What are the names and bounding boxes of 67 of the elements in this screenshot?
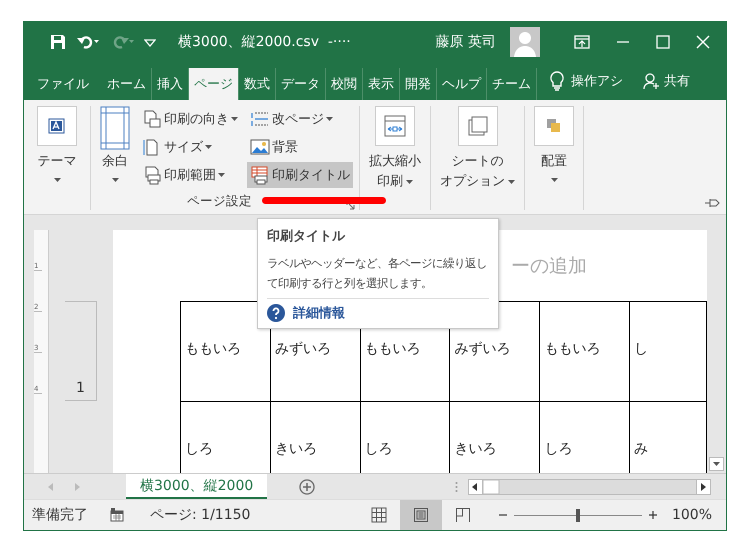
customize-icon[interactable] (144, 37, 156, 47)
zoom-level[interactable]: 100% (672, 507, 712, 523)
theme-icon (47, 116, 67, 136)
ribbon-tab[interactable]: ファイル (32, 68, 94, 100)
table-cell: しろ (185, 440, 213, 458)
breaks-button[interactable]: 改ページ (247, 106, 353, 132)
ribbon-display-icon[interactable] (574, 35, 590, 49)
lightbulb-icon[interactable] (549, 71, 565, 91)
size-button[interactable]: サイズ (139, 134, 241, 160)
scale-print-button[interactable]: 拡大縮小 印刷 (366, 106, 424, 210)
image-icon (250, 137, 270, 157)
table-cell: ももいろ (185, 340, 241, 358)
page-icon (412, 507, 429, 523)
maximize-icon[interactable] (656, 35, 670, 49)
undo-icon[interactable] (76, 34, 100, 50)
splitter-handle-icon[interactable] (455, 480, 458, 492)
orientation-icon (142, 109, 162, 129)
tooltip-title: 印刷タイトル (267, 228, 346, 245)
sheet-options-button[interactable]: シートの オプション (437, 106, 518, 210)
user-name: 藤原 英司 (436, 33, 496, 51)
table-cell: み (634, 440, 648, 458)
page-layout-view-button[interactable] (400, 500, 442, 530)
scroll-down-icon[interactable] (709, 457, 724, 471)
tooltip-text: ラベルやヘッダーなど、各ページに繰り返して印刷する行と列を選択します。 (267, 253, 489, 299)
status-text: 準備完了 (32, 506, 88, 524)
table-cell: しろ (364, 440, 393, 458)
table-cell: みずいろ (274, 340, 331, 358)
ribbon-tab[interactable]: ページ (189, 68, 239, 100)
avatar-icon (510, 27, 540, 57)
add-sheet-icon[interactable] (299, 478, 316, 494)
share-button[interactable]: 共有 (643, 72, 690, 90)
help-icon (267, 304, 285, 322)
page-break-icon (454, 507, 471, 523)
background-button[interactable]: 背景 (247, 134, 353, 160)
sheet-tab[interactable]: 横3000、縦2000 (126, 474, 268, 499)
page-count: ページ: 1/1150 (150, 506, 250, 524)
table-cell: きいろ (454, 440, 496, 458)
zoom-in-icon[interactable] (648, 510, 658, 520)
margins-button[interactable]: 余白 (97, 106, 133, 192)
group-label: ページ設定 (187, 192, 252, 210)
window-title: 横3000、縦2000.csv -···· (178, 33, 351, 51)
tell-me-field[interactable]: 操作アシ (571, 72, 623, 90)
close-icon[interactable] (696, 35, 710, 49)
theme-button[interactable]: テーマ (34, 106, 80, 210)
horizontal-scrollbar[interactable] (468, 478, 712, 494)
orientation-button[interactable]: 印刷の向き (139, 106, 241, 132)
table-cell: ももいろ (364, 340, 421, 358)
arrange-button[interactable]: 配置 (531, 106, 577, 210)
save-icon[interactable] (50, 34, 66, 50)
print-area-button[interactable]: 印刷範囲 (139, 162, 241, 188)
page-scale-icon (382, 115, 408, 137)
slider-thumb[interactable] (576, 508, 580, 522)
person-add-icon (643, 72, 661, 90)
table-cell: ももいろ (544, 340, 600, 358)
table-cell: しろ (544, 440, 572, 458)
table-cell: し (634, 340, 648, 358)
grid-icon (370, 507, 387, 523)
sheet-pages-icon (466, 114, 490, 138)
row-header: 1 (76, 380, 85, 396)
print-titles-icon (250, 165, 270, 185)
margins-icon (100, 106, 130, 150)
more-info-link[interactable]: 詳細情報 (293, 304, 345, 322)
print-titles-button[interactable]: 印刷タイトル (247, 162, 353, 188)
table-cell: きいろ (274, 440, 317, 458)
pin-icon[interactable] (704, 198, 720, 208)
macro-record-icon[interactable] (110, 508, 124, 522)
table-cell: みずいろ (454, 340, 510, 358)
